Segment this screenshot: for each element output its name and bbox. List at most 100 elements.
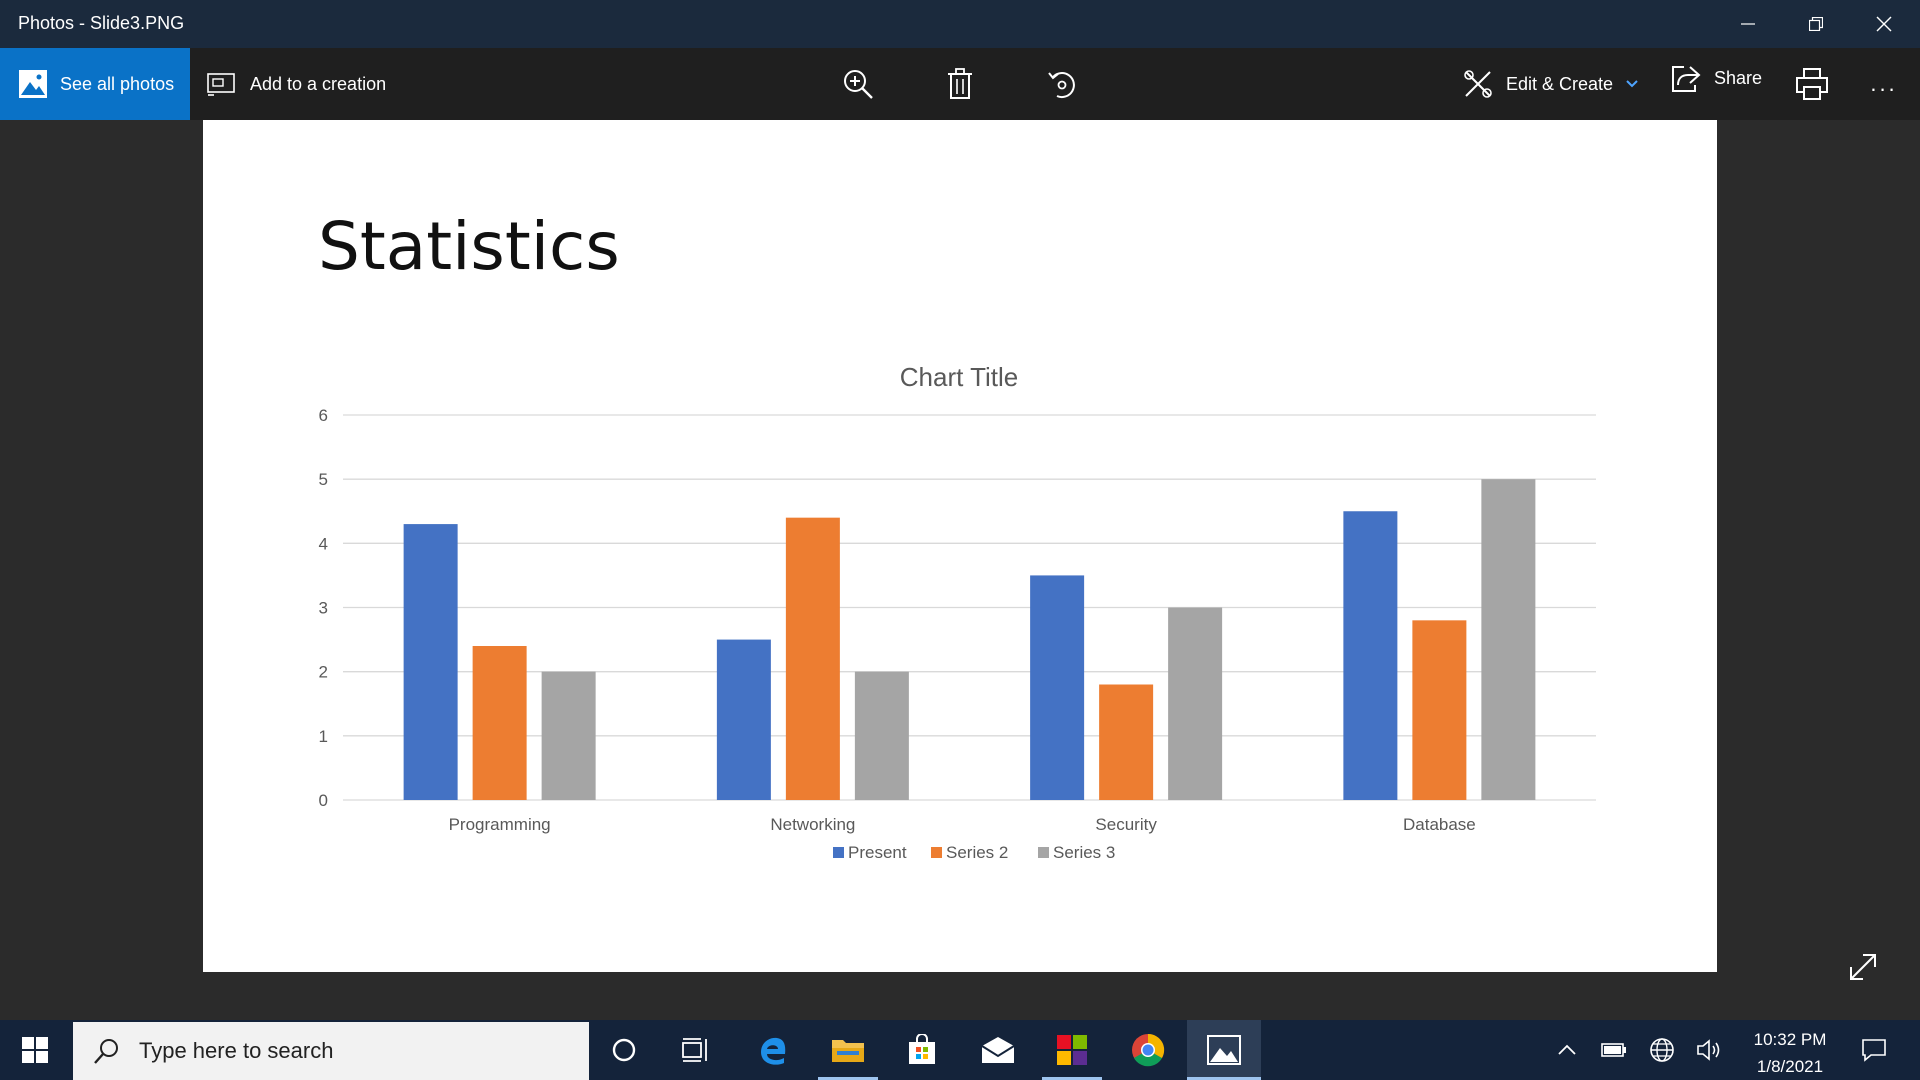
clock-date: 1/8/2021 [1756,1057,1824,1076]
windows-logo-icon [22,1037,48,1063]
add-to-creation-icon [207,73,235,96]
bar-present-security [1030,575,1085,800]
y-tick-label: 3 [319,599,328,618]
close-icon [1876,16,1892,32]
restore-icon [1809,17,1823,31]
folder-icon [832,1040,864,1062]
clock-time: 10:32 PM [1753,1030,1827,1049]
more-options-icon: ... [1870,71,1898,96]
legend-label: Series 3 [1053,843,1115,862]
zoom-button[interactable] [836,62,880,106]
action-center-button[interactable] [1852,1020,1896,1080]
task-view-icon [682,1038,707,1062]
show-hidden-icons-button[interactable] [1550,1020,1584,1080]
globe-icon [1650,1038,1674,1062]
rotate-icon [1048,72,1075,99]
office-app-icon [1057,1035,1087,1065]
zoom-in-icon [844,70,873,99]
bar-series-3-networking [854,671,909,800]
chevron-up-icon [1558,1044,1576,1055]
search-icon [94,1039,118,1064]
taskbar-chrome[interactable] [1118,1020,1178,1080]
x-tick-label: Security [1095,815,1157,834]
see-all-photos-label: See all photos [60,73,175,94]
legend-swatch [833,847,844,858]
cortana-button[interactable] [595,1020,653,1080]
notification-icon [1862,1039,1886,1062]
legend-swatch [1038,847,1049,858]
print-button[interactable] [1790,62,1834,106]
x-tick-label: Database [1403,815,1476,834]
taskbar-store[interactable] [892,1020,952,1080]
photos-toolbar: See all photos Add to a creation Edit & … [0,48,1920,120]
expand-icon [1850,954,1876,980]
add-to-creation-button[interactable]: Add to a creation [206,48,386,120]
minimize-button[interactable] [1714,0,1782,48]
legend-swatch [931,847,942,858]
bar-present-programming [403,524,458,800]
volume-button[interactable] [1692,1020,1728,1080]
bar-chart: Chart Title 0 1 2 3 4 5 6 Programming Networkin… [319,362,1596,862]
close-button[interactable] [1850,0,1918,48]
bar-series-2-database [1412,620,1467,800]
restore-button[interactable] [1782,0,1850,48]
photos-app-icon [19,70,47,98]
window-title: Photos - Slide3.PNG [18,13,185,33]
bar-series-2-security [1099,684,1154,800]
chrome-icon [1132,1033,1165,1067]
y-tick-label: 4 [319,534,328,553]
share-button[interactable]: Share [1670,42,1762,114]
bar-present-networking [716,639,771,800]
bar-series-2-networking [785,517,840,800]
share-icon [1672,66,1701,92]
photos-app-icon [1207,1035,1241,1065]
battery-button[interactable] [1596,1020,1632,1080]
x-tick-label: Networking [770,815,855,834]
title-bar: Photos - Slide3.PNG [0,0,1920,48]
share-label: Share [1714,67,1763,88]
taskbar-search-box[interactable]: Type here to search [73,1022,589,1080]
y-tick-label: 2 [319,663,328,682]
edit-create-button[interactable]: Edit & Create [1462,48,1639,120]
search-placeholder: Type here to search [139,1038,334,1063]
y-tick-label: 1 [319,727,328,746]
network-button[interactable] [1644,1020,1680,1080]
x-tick-label: Programming [449,815,551,834]
taskbar-photos[interactable] [1187,1020,1261,1080]
bar-series-3-security [1168,607,1223,800]
trash-icon [948,68,972,99]
chevron-down-icon [1626,80,1638,88]
task-view-button[interactable] [666,1020,726,1080]
legend-label: Series 2 [946,843,1008,862]
speaker-icon [1697,1039,1720,1061]
edit-create-icon [1464,70,1492,98]
see-all-photos-button[interactable]: See all photos [0,48,190,120]
bar-series-3-database [1481,479,1536,800]
edge-browser-icon [761,1037,786,1065]
print-icon [1796,68,1828,100]
taskbar-mail[interactable] [968,1020,1028,1080]
y-tick-label: 5 [319,470,328,489]
taskbar-file-explorer[interactable] [818,1020,878,1080]
taskbar-clock[interactable]: 10:32 PM 1/8/2021 [1740,1026,1840,1080]
delete-button[interactable] [938,62,982,106]
taskbar-edge[interactable] [743,1020,803,1080]
taskbar-office-app[interactable] [1042,1020,1102,1080]
y-tick-label: 6 [319,406,328,425]
bar-series-3-programming [541,671,596,800]
fullscreen-button[interactable] [1846,950,1886,990]
photo-viewer: Statistics Chart Title 0123456 Programmi… [0,120,1920,1020]
taskbar: Type here to search 10:32 PM 1/8/2021 [0,1020,1920,1080]
store-bag-icon [909,1034,935,1064]
chart-title: Chart Title [900,362,1019,392]
bar-present-database [1343,511,1398,800]
cortana-icon [612,1038,636,1062]
bar-series-2-programming [472,646,527,800]
start-button[interactable] [0,1020,70,1080]
more-options-button[interactable]: ... [1862,62,1906,106]
add-to-creation-label: Add to a creation [250,73,387,94]
mail-icon [981,1037,1015,1063]
legend-label: Present [848,843,907,862]
rotate-button[interactable] [1040,62,1084,106]
y-tick-label: 0 [319,791,328,810]
